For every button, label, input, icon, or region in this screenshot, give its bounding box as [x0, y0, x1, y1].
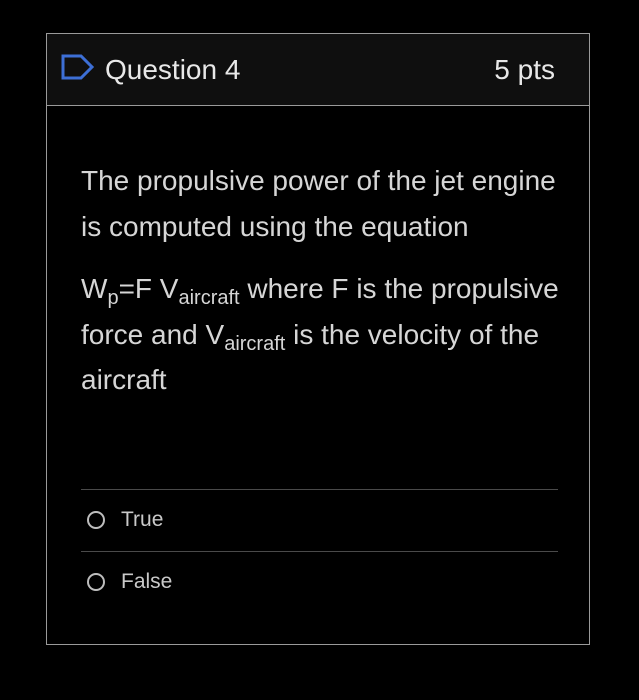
equation-w: W	[81, 273, 108, 304]
radio-button-true[interactable]	[87, 511, 105, 529]
answer-label-true: True	[121, 508, 164, 531]
question-points: 5 pts	[494, 54, 555, 85]
question-title: Question 4	[105, 54, 241, 85]
answer-option-true[interactable]: True	[87, 501, 547, 541]
answer-divider-middle	[81, 551, 558, 552]
radio-button-false[interactable]	[87, 573, 105, 591]
equation-rhs: =F V	[118, 273, 179, 304]
question-header: Question 4 5 pts	[47, 34, 589, 106]
flag-icon[interactable]	[61, 53, 95, 81]
question-card: Question 4 5 pts The propulsive power of…	[46, 33, 590, 645]
question-body: The propulsive power of the jet engine i…	[81, 158, 561, 403]
velocity-subscript: aircraft	[224, 332, 286, 355]
question-paragraph-2: Wp=F Vaircraft where F is the propulsive…	[81, 266, 561, 403]
equation-v-subscript: aircraft	[178, 287, 240, 309]
answer-option-false[interactable]: False	[87, 563, 547, 603]
answer-label-false: False	[121, 570, 173, 593]
answer-divider-top	[81, 489, 558, 490]
equation-w-subscript: p	[107, 287, 119, 309]
question-paragraph-1: The propulsive power of the jet engine i…	[81, 165, 556, 242]
